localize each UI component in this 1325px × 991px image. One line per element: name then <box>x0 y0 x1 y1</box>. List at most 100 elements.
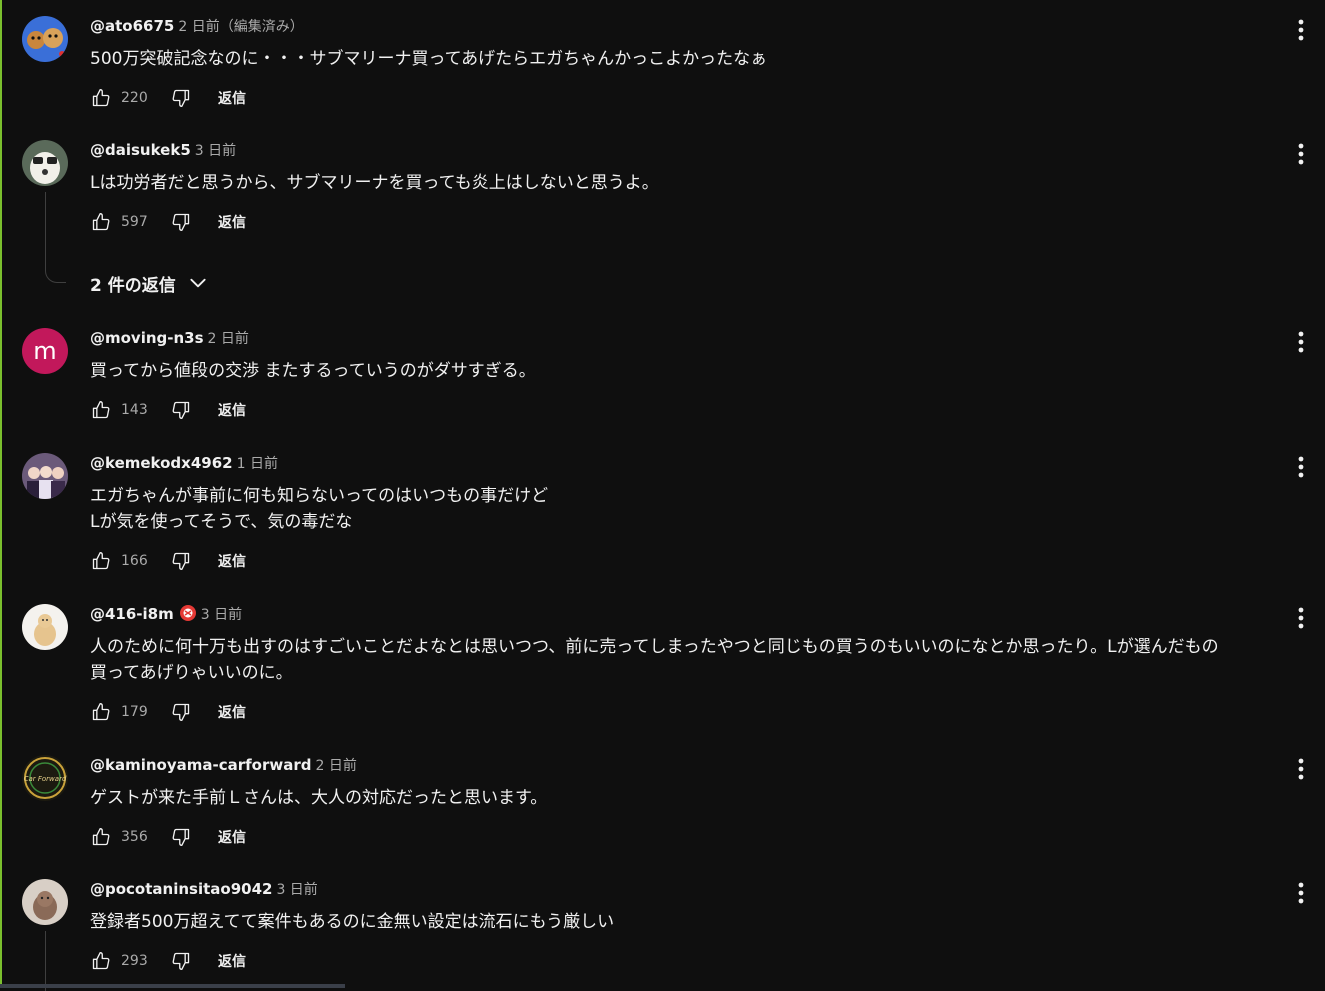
comment-actions: 356 返信 <box>90 825 246 849</box>
more-actions-button[interactable] <box>1290 328 1312 356</box>
like-count: 356 <box>121 829 161 845</box>
dislike-button[interactable] <box>170 826 192 848</box>
avatar[interactable] <box>22 453 68 499</box>
like-count: 220 <box>121 90 161 106</box>
avatar[interactable]: m <box>22 328 68 374</box>
reply-button[interactable]: 返信 <box>218 88 246 108</box>
like-count: 179 <box>121 704 161 720</box>
like-icon <box>91 827 111 847</box>
comment-meta: @moving-n3s2 日前 <box>90 328 249 348</box>
comment-text-line: 人のために何十万も出すのはすごいことだよなとは思いつつ、前に売ってしまったやつと… <box>90 634 1325 660</box>
author-handle[interactable]: @daisukek5 <box>90 141 191 159</box>
dislike-icon <box>171 551 191 571</box>
author-handle[interactable]: @pocotaninsitao9042 <box>90 880 272 898</box>
dislike-icon <box>171 400 191 420</box>
like-icon <box>91 212 111 232</box>
timestamp[interactable]: 2 日前 <box>315 758 356 774</box>
avatar[interactable] <box>22 16 68 62</box>
dislike-button[interactable] <box>170 701 192 723</box>
comment-actions: 220 返信 <box>90 86 246 110</box>
more-actions-button[interactable] <box>1290 140 1312 168</box>
avatar[interactable] <box>22 879 68 925</box>
dislike-button[interactable] <box>170 550 192 572</box>
like-button[interactable] <box>90 550 112 572</box>
comment-actions: 179 返信 <box>90 700 246 724</box>
like-count: 143 <box>121 402 161 418</box>
like-button[interactable] <box>90 950 112 972</box>
timestamp[interactable]: 1 日前 <box>237 456 278 472</box>
comment-text: 登録者500万超えてて案件もあるのに金無い設定は流石にもう厳しい <box>90 909 1325 935</box>
more-actions-button[interactable] <box>1290 16 1312 44</box>
comment-text: 人のために何十万も出すのはすごいことだよなとは思いつつ、前に売ってしまったやつと… <box>90 634 1325 686</box>
comment-text: 買ってから値段の交渉 またするっていうのがダサすぎる。 <box>90 358 1325 384</box>
more-vert-icon <box>1297 142 1305 166</box>
comment-actions: 597 返信 <box>90 210 246 234</box>
comment-meta: @pocotaninsitao90423 日前 <box>90 879 318 899</box>
like-count: 166 <box>121 553 161 569</box>
like-count: 293 <box>121 953 161 969</box>
more-actions-button[interactable] <box>1290 604 1312 632</box>
reply-thread-line <box>45 931 46 991</box>
more-actions-button[interactable] <box>1290 879 1312 907</box>
like-button[interactable] <box>90 211 112 233</box>
comment-meta: @416-i8m 3 日前 <box>90 604 242 624</box>
more-actions-button[interactable] <box>1290 453 1312 481</box>
comment-text: Lは功労者だと思うから、サブマリーナを買っても炎上はしないと思うよ。 <box>90 170 1325 196</box>
comment-text: ゲストが来た手前Ｌさんは、大人の対応だったと思います。 <box>90 785 1325 811</box>
comment-text: 500万突破記念なのに・・・サブマリーナ買ってあげたらエガちゃんかっこよかったな… <box>90 46 1325 72</box>
comment-text-line: 買ってあげりゃいいのに。 <box>90 660 1325 686</box>
dislike-button[interactable] <box>170 950 192 972</box>
dislike-button[interactable] <box>170 211 192 233</box>
author-handle[interactable]: @kaminoyama-carforward <box>90 756 311 774</box>
reply-button[interactable]: 返信 <box>218 702 246 722</box>
timestamp[interactable]: 3 日前 <box>201 607 242 623</box>
horizontal-scrollbar[interactable] <box>0 984 345 988</box>
dislike-icon <box>171 951 191 971</box>
like-icon <box>91 88 111 108</box>
like-count: 597 <box>121 214 161 230</box>
timestamp[interactable]: 3 日前 <box>195 143 236 159</box>
timestamp[interactable]: 2 日前（編集済み） <box>178 19 303 35</box>
comment-text-line: エガちゃんが事前に何も知らないってのはいつもの事だけど <box>90 483 1325 509</box>
timestamp[interactable]: 2 日前 <box>208 331 249 347</box>
dislike-button[interactable] <box>170 399 192 421</box>
like-button[interactable] <box>90 87 112 109</box>
dislike-button[interactable] <box>170 87 192 109</box>
like-icon <box>91 951 111 971</box>
author-handle[interactable]: @ato6675 <box>90 17 174 35</box>
more-vert-icon <box>1297 606 1305 630</box>
timestamp[interactable]: 3 日前 <box>276 882 317 898</box>
author-handle[interactable]: @moving-n3s <box>90 329 204 347</box>
reply-button[interactable]: 返信 <box>218 212 246 232</box>
more-actions-button[interactable] <box>1290 755 1312 783</box>
dislike-icon <box>171 827 191 847</box>
reply-button[interactable]: 返信 <box>218 951 246 971</box>
comment-actions: 166 返信 <box>90 549 246 573</box>
comment-actions: 293 返信 <box>90 949 246 973</box>
dislike-icon <box>171 212 191 232</box>
like-button[interactable] <box>90 701 112 723</box>
avatar[interactable]: Car Forward <box>22 755 68 801</box>
reply-button[interactable]: 返信 <box>218 827 246 847</box>
reply-button[interactable]: 返信 <box>218 551 246 571</box>
comment-meta: @kaminoyama-carforward2 日前 <box>90 755 357 775</box>
replies-count-label: 2 件の返信 <box>90 271 176 296</box>
like-button[interactable] <box>90 826 112 848</box>
comment-meta: @kemekodx49621 日前 <box>90 453 278 473</box>
avatar[interactable] <box>22 140 68 186</box>
reply-button[interactable]: 返信 <box>218 400 246 420</box>
like-icon <box>91 551 111 571</box>
avatar[interactable] <box>22 604 68 650</box>
show-replies-button[interactable]: 2 件の返信 <box>90 271 208 295</box>
chevron-down-icon <box>188 273 208 293</box>
comment-text-line: Lが気を使ってそうで、気の毒だな <box>90 509 1325 535</box>
like-button[interactable] <box>90 399 112 421</box>
like-icon <box>91 400 111 420</box>
badge-icon <box>179 604 197 627</box>
left-accent-border <box>0 0 2 988</box>
comment-actions: 143 返信 <box>90 398 246 422</box>
avatar-logo-text: Car Forward <box>24 775 67 783</box>
author-handle[interactable]: @kemekodx4962 <box>90 454 233 472</box>
more-vert-icon <box>1297 881 1305 905</box>
author-handle[interactable]: @416-i8m <box>90 605 174 623</box>
